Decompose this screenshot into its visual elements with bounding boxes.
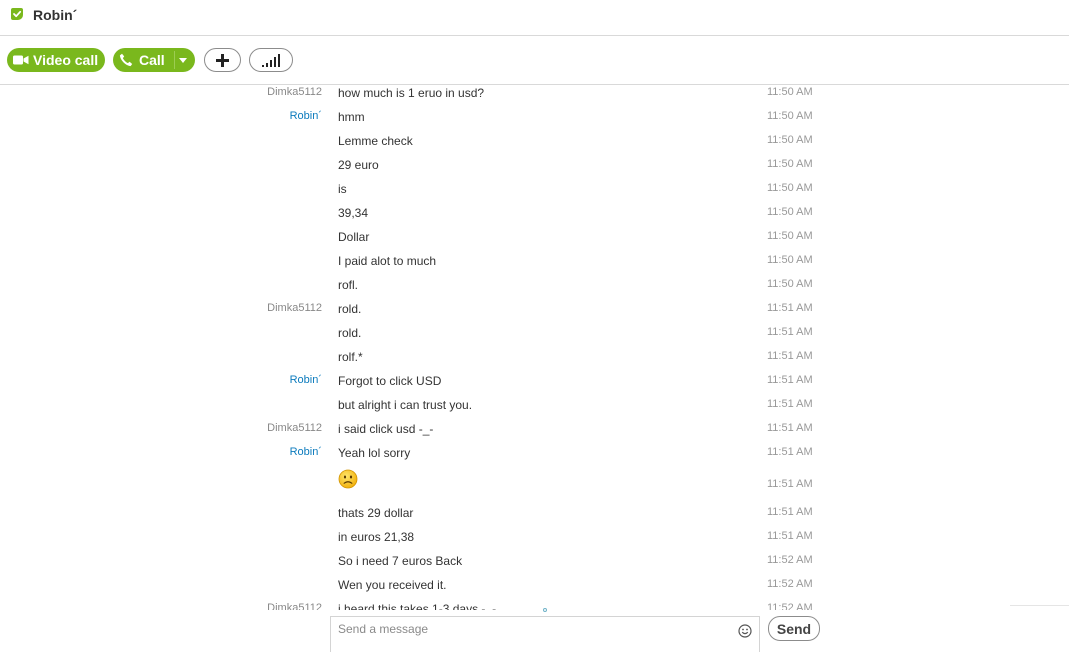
message-timestamp: 11:50 AM [767, 278, 813, 290]
video-call-label: Video call [33, 52, 99, 68]
message-timestamp: 11:51 AM [767, 446, 813, 458]
message-text: but alright i can trust you. [338, 398, 473, 412]
message-text: rold. [338, 302, 362, 316]
message-text: Wen you received it. [338, 578, 447, 592]
message-list[interactable]: Dimka5112 how much is 1 eruo in usd? 11:50… [0, 85, 1069, 610]
message-row: I paid alot to much 11:50 AM [0, 253, 1069, 277]
signal-bars-icon [262, 53, 280, 67]
message-timestamp: 11:51 AM [767, 350, 813, 362]
message-text: I paid alot to much [338, 254, 437, 268]
message-row: thats 29 dollar 11:51 AM [0, 505, 1069, 529]
message-text: is [338, 182, 347, 196]
call-quality-button[interactable] [249, 48, 293, 72]
contact-name[interactable]: Robin´ [33, 7, 77, 23]
message-timestamp: 11:52 AM [767, 554, 813, 566]
message-timestamp: 11:50 AM [767, 110, 813, 122]
call-button[interactable]: Call [113, 48, 195, 72]
message-text: Yeah lol sorry [338, 446, 411, 460]
send-button[interactable]: Send [768, 616, 820, 641]
phone-icon [119, 53, 133, 67]
message-row: Robin´ hmm 11:50 AM [0, 109, 1069, 133]
message-row: Robin´ Forgot to click USD 11:51 AM [0, 373, 1069, 397]
message-row: 11:51 AM [0, 469, 1069, 502]
smiley-icon[interactable] [738, 624, 752, 638]
message-timestamp: 11:50 AM [767, 230, 813, 242]
plus-icon [216, 53, 229, 67]
message-row: Wen you received it. 11:52 AM [0, 577, 1069, 601]
call-toolbar: Video call Call [0, 36, 1069, 85]
message-timestamp: 11:50 AM [767, 134, 813, 146]
message-row: Dimka5112 i heard this takes 1-3 days -_-… [0, 601, 1069, 610]
message-text: rold. [338, 326, 362, 340]
add-button[interactable] [204, 48, 241, 72]
message-timestamp: 11:50 AM [767, 206, 813, 218]
message-sender[interactable]: Robin´ [290, 446, 322, 458]
message-row: Lemme check 11:50 AM [0, 133, 1069, 157]
message-timestamp: 11:51 AM [767, 478, 813, 490]
message-sender[interactable]: Dimka5112 [267, 602, 322, 610]
message-timestamp: 11:51 AM [767, 374, 813, 386]
divider [1010, 605, 1069, 606]
call-divider [174, 51, 175, 69]
message-text: Dollar [338, 230, 370, 244]
message-text: how much is 1 eruo in usd? [338, 86, 485, 100]
message-row: 29 euro 11:50 AM [0, 157, 1069, 181]
message-row: Dimka5112 rold. 11:51 AM [0, 301, 1069, 325]
video-camera-icon [13, 55, 29, 65]
message-row: in euros 21,38 11:51 AM [0, 529, 1069, 553]
message-row: is 11:50 AM [0, 181, 1069, 205]
message-row: rolf.* 11:51 AM [0, 349, 1069, 373]
message-text: i heard this takes 1-3 days -_- [338, 602, 497, 610]
message-timestamp: 11:50 AM [767, 86, 813, 98]
message-timestamp: 11:50 AM [767, 254, 813, 266]
online-status-icon [11, 8, 23, 20]
message-timestamp: 11:52 AM [767, 578, 813, 590]
message-text: 29 euro [338, 158, 379, 172]
message-text: thats 29 dollar [338, 506, 414, 520]
message-timestamp: 11:51 AM [767, 302, 813, 314]
message-sender[interactable]: Dimka5112 [267, 422, 322, 434]
conversation-header: Robin´ [0, 0, 1069, 36]
message-row: So i need 7 euros Back 11:52 AM [0, 553, 1069, 577]
message-row: Robin´ Yeah lol sorry 11:51 AM [0, 445, 1069, 469]
typing-indicator-icon [543, 608, 547, 612]
message-timestamp: 11:51 AM [767, 422, 813, 434]
message-timestamp: 11:51 AM [767, 530, 813, 542]
message-row: rold. 11:51 AM [0, 325, 1069, 349]
message-sender[interactable]: Dimka5112 [267, 302, 322, 314]
message-row: rofl. 11:50 AM [0, 277, 1069, 301]
message-timestamp: 11:50 AM [767, 158, 813, 170]
message-text: Forgot to click USD [338, 374, 442, 388]
message-text: rofl. [338, 278, 359, 292]
chevron-down-icon[interactable] [179, 58, 187, 63]
message-timestamp: 11:51 AM [767, 398, 813, 410]
message-sender[interactable]: Robin´ [290, 374, 322, 386]
message-row: Dimka5112 how much is 1 eruo in usd? 11:50… [0, 85, 1069, 109]
message-text: i said click usd -_- [338, 422, 434, 436]
message-text: rolf.* [338, 350, 363, 364]
message-composer [330, 616, 760, 652]
message-text: So i need 7 euros Back [338, 554, 463, 568]
message-row: Dimka5112 i said click usd -_- 11:51 AM [0, 421, 1069, 445]
message-timestamp: 11:50 AM [767, 182, 813, 194]
message-row: Dollar 11:50 AM [0, 229, 1069, 253]
message-text: Lemme check [338, 134, 413, 148]
message-input[interactable] [338, 621, 728, 637]
message-timestamp: 11:51 AM [767, 506, 813, 518]
message-sender[interactable]: Dimka5112 [267, 86, 322, 98]
message-sender[interactable]: Robin´ [290, 110, 322, 122]
message-text: in euros 21,38 [338, 530, 415, 544]
sad-face-icon [338, 469, 358, 489]
message-text: 39,34 [338, 206, 369, 220]
message-row: 39,34 11:50 AM [0, 205, 1069, 229]
call-label: Call [139, 52, 165, 68]
message-timestamp: 11:52 AM [767, 602, 813, 610]
chat-window: Robin´ Video call Call Dimka5112 how muc… [0, 0, 1069, 652]
message-timestamp: 11:51 AM [767, 326, 813, 338]
video-call-button[interactable]: Video call [7, 48, 105, 72]
message-row: but alright i can trust you. 11:51 AM [0, 397, 1069, 421]
message-text: hmm [338, 110, 365, 124]
